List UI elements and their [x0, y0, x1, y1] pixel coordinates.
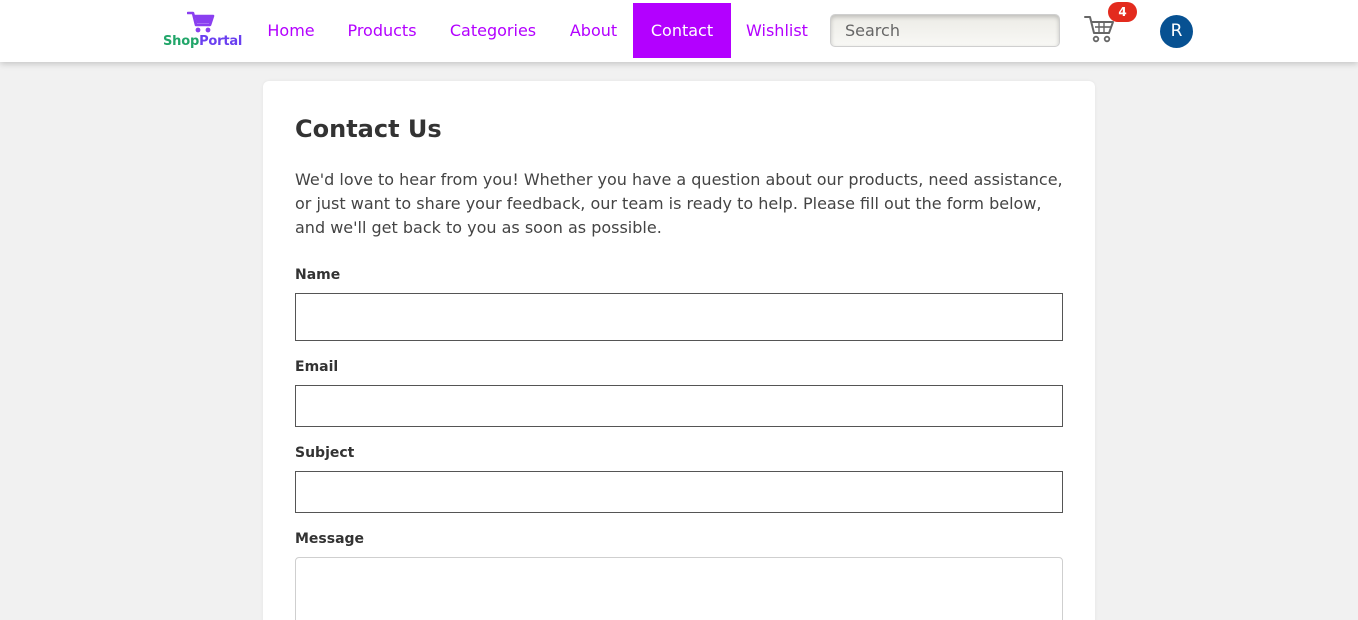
nav-home[interactable]: Home	[259, 3, 323, 58]
brand-name: ShopPortal	[163, 34, 242, 49]
nav-about[interactable]: About	[561, 3, 626, 58]
shopportal-logo[interactable]: ShopPortal	[163, 10, 245, 54]
subject-label: Subject	[295, 445, 355, 461]
user-avatar[interactable]: R	[1160, 15, 1193, 48]
nav-products[interactable]: Products	[338, 3, 426, 58]
page-title: Contact Us	[295, 115, 442, 143]
brand-name-portal: Portal	[199, 34, 243, 49]
nav-wishlist[interactable]: Wishlist	[739, 3, 815, 58]
nav-categories[interactable]: Categories	[441, 3, 545, 58]
message-field[interactable]	[295, 557, 1063, 620]
top-navbar: ShopPortal Home Products Categories Abou…	[0, 0, 1358, 62]
name-field[interactable]	[295, 293, 1063, 341]
email-field[interactable]	[295, 385, 1063, 427]
subject-field[interactable]	[295, 471, 1063, 513]
email-label: Email	[295, 359, 339, 375]
intro-text: We'd love to hear from you! Whether you …	[295, 170, 1063, 237]
search-input[interactable]	[830, 14, 1060, 47]
brand-name-shop: Shop	[163, 34, 200, 49]
message-label: Message	[295, 531, 365, 547]
nav-contact[interactable]: Contact	[633, 3, 731, 58]
cart-count-badge: 4	[1108, 2, 1137, 22]
name-label: Name	[295, 267, 341, 283]
shopping-cart-icon	[187, 11, 215, 33]
contact-card: Contact Us We'd love to hear from you! W…	[263, 81, 1095, 620]
